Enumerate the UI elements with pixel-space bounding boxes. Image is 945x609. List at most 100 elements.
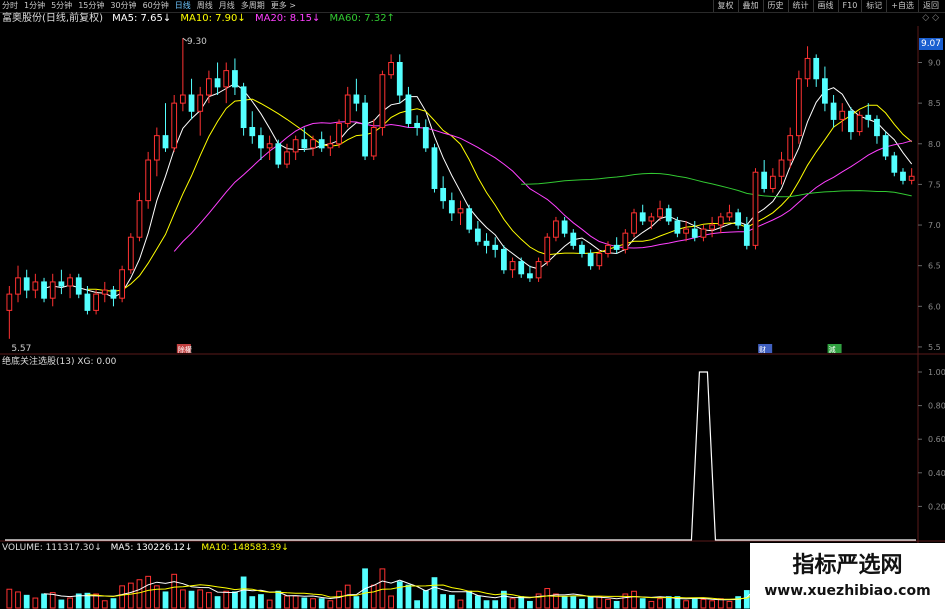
indicator-axis-label: 0.40 (928, 469, 945, 478)
period-tab[interactable]: 15分钟 (78, 0, 104, 12)
volume-bar (683, 600, 689, 609)
tool-button[interactable]: 返回 (918, 0, 943, 12)
volume-bar (101, 600, 108, 609)
volume-bar (310, 598, 316, 609)
volume-bar (188, 590, 195, 609)
panel-controls[interactable]: ◇ ◇ (922, 13, 939, 23)
volume-bar (605, 598, 611, 609)
period-tab[interactable]: 1分钟 (24, 0, 45, 12)
candle-body (761, 171, 768, 189)
candle-body (127, 236, 134, 271)
period-tab[interactable]: 多周期 (241, 0, 265, 12)
volume-bar (483, 600, 490, 609)
candle-body (648, 216, 655, 222)
candlestick-chart[interactable]: 9.0 8.5 8.0 7.5 7.0 6.5 6.0 5.5 9.30 5.57 除權 财 減 (0, 26, 945, 356)
volume-bar (518, 596, 525, 609)
candle-body (830, 102, 837, 120)
volume-bar (726, 600, 733, 609)
candle-body (84, 293, 91, 311)
price-axis-label: 9.0 (928, 59, 941, 68)
volume-bar (457, 599, 464, 609)
price-axis-label: 7.5 (928, 180, 941, 189)
period-tab[interactable]: 30分钟 (110, 0, 136, 12)
candle-body (15, 277, 21, 295)
volume-bar (405, 584, 412, 609)
candle-body (275, 143, 282, 165)
price-axis-label: 7.0 (928, 221, 941, 230)
volume-bar (639, 598, 646, 609)
tool-button[interactable]: 叠加 (737, 0, 763, 12)
period-tab[interactable]: 月线 (219, 0, 235, 12)
candle-body (518, 261, 525, 275)
tool-button[interactable]: +自选 (886, 0, 918, 12)
tool-button[interactable]: F10 (837, 0, 862, 12)
candle-body (206, 78, 212, 96)
volume-bar (336, 590, 342, 609)
volume-bar (709, 600, 715, 609)
candle-body (657, 208, 663, 218)
candle-body (388, 62, 394, 76)
candle-body (240, 86, 247, 129)
candle-body (544, 236, 551, 263)
volume-bar (301, 597, 308, 609)
tool-button[interactable]: 画线 (812, 0, 838, 12)
current-price-tag: 9.07 (919, 38, 943, 50)
period-tab[interactable]: 更多 > (271, 0, 296, 12)
volume-bar (579, 598, 585, 609)
volume-bar (631, 590, 637, 609)
volume-bar (440, 594, 447, 609)
candle-body (743, 224, 750, 246)
period-tab[interactable]: 分时 (2, 0, 18, 12)
candle-body (414, 122, 421, 129)
candle-body (622, 232, 629, 250)
volume-bar (492, 600, 499, 609)
volume-bar (448, 594, 455, 609)
volume-bar (700, 598, 707, 609)
candle-body (882, 135, 889, 157)
volume-bar (206, 592, 212, 609)
ma20-label: MA20: 8.15↓ (254, 13, 321, 24)
candle-body (344, 94, 351, 124)
volume-bar (587, 596, 594, 609)
tool-button[interactable]: 复权 (712, 0, 738, 12)
period-tab[interactable]: 60分钟 (143, 0, 169, 12)
candle-body (292, 139, 299, 153)
volume-bar (561, 596, 568, 609)
candle-body (769, 175, 776, 189)
candle-body (110, 289, 117, 299)
indicator-axis-label: 0.60 (928, 435, 945, 444)
volume-bar (379, 568, 386, 609)
candle-body (119, 269, 126, 299)
tool-button[interactable]: 历史 (762, 0, 788, 12)
candle-body (266, 143, 273, 149)
candle-body (848, 110, 854, 133)
tool-button[interactable]: 标记 (861, 0, 886, 12)
volume-bar (422, 590, 429, 609)
ma10-line (87, 98, 913, 292)
candle-body (75, 277, 82, 295)
candle-body (448, 200, 455, 214)
volume-bar (527, 600, 533, 609)
candle-body (822, 78, 828, 104)
candle-body (787, 135, 794, 161)
period-tab[interactable]: 5分钟 (51, 0, 72, 12)
period-tab[interactable]: 周线 (197, 0, 213, 12)
candle-body (318, 139, 325, 149)
indicator-chart[interactable]: 1.00 0.80 0.60 0.40 0.20 (0, 356, 945, 542)
tool-button[interactable]: 统计 (787, 0, 813, 12)
candle-body (683, 228, 689, 234)
volume-bar (396, 581, 403, 609)
candle-body (422, 127, 429, 149)
stock-title: 富奥股份(日线,前复权) (2, 13, 103, 24)
candle-body (440, 187, 447, 202)
volume-bar (414, 600, 421, 609)
candle-body (874, 118, 880, 137)
candle-body (232, 70, 238, 88)
price-axis-label: 8.0 (928, 140, 941, 149)
watermark-title: 指标严选网 (792, 553, 903, 578)
candle-body (301, 139, 308, 149)
low-marker: 5.57 (11, 344, 31, 354)
period-tab[interactable]: 日线 (175, 0, 191, 12)
candle-body (101, 289, 108, 295)
candle-body (396, 62, 403, 96)
